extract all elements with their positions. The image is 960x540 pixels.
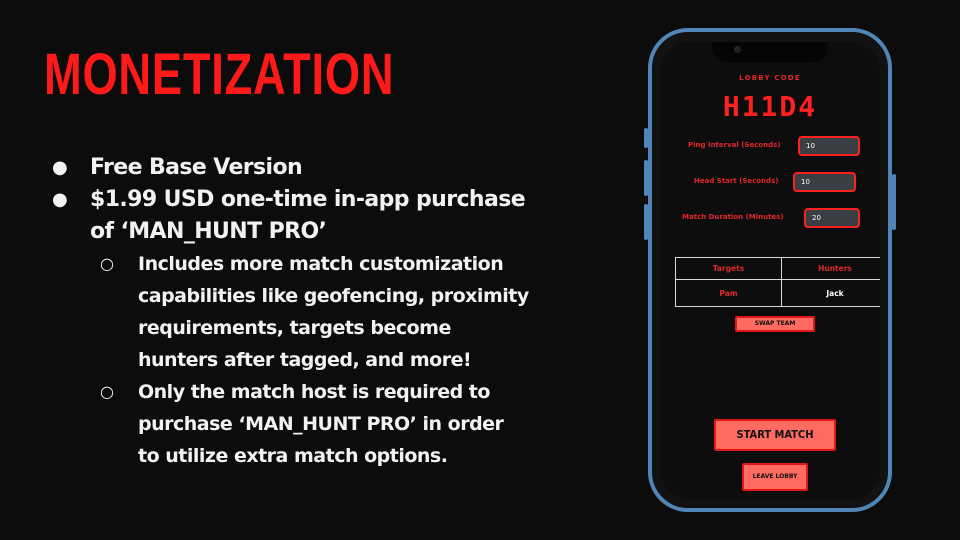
ping-interval-label: Ping Interval (Seconds): [688, 141, 781, 149]
match-duration-label: Match Duration (Minutes): [682, 213, 784, 221]
head-start-input[interactable]: 10: [793, 172, 856, 192]
bullet-circle-icon: ○: [100, 254, 114, 273]
head-start-row: Head Start (Seconds) 10: [660, 172, 880, 192]
camera-icon: [734, 46, 741, 53]
targets-header: Targets: [676, 258, 782, 280]
phone-screen: LOBBY CODE H11D4 Ping Interval (Seconds)…: [660, 42, 880, 500]
sub-bullet-item-continuation: capabilities like geofencing, proximity: [138, 285, 529, 307]
phone-side-button: [644, 128, 648, 148]
phone-power-button: [892, 174, 896, 230]
hunter-player: Jack: [826, 289, 844, 298]
ping-interval-row: Ping Interval (Seconds) 10: [660, 136, 880, 156]
sub-bullet-item-continuation: requirements, targets become: [138, 317, 451, 339]
phone-volume-button: [644, 204, 648, 240]
phone-mockup: LOBBY CODE H11D4 Ping Interval (Seconds)…: [644, 28, 896, 512]
leave-lobby-button[interactable]: LEAVE LOBBY: [742, 463, 808, 491]
start-match-button[interactable]: START MATCH: [714, 419, 836, 451]
bullet-list: ● Free Base Version ● $1.99 USD one-time i…: [52, 152, 552, 472]
sub-bullet-item-continuation: hunters after tagged, and more!: [138, 349, 472, 371]
slide-title: MONETIZATION: [44, 42, 395, 107]
lobby-code-label: LOBBY CODE: [739, 74, 801, 82]
bullet-item: ● $1.99 USD one-time in-app purchase: [52, 184, 552, 216]
ping-interval-input[interactable]: 10: [798, 136, 860, 156]
sub-bullet-item: ○ Only the match host is required to: [52, 376, 552, 408]
teams-table: Targets Hunters Pam Jack: [675, 257, 880, 307]
sub-bullet-item-continuation: to utilize extra match options.: [138, 445, 448, 467]
bullet-item: ● Free Base Version: [52, 152, 552, 184]
match-duration-input[interactable]: 20: [804, 208, 860, 228]
head-start-label: Head Start (Seconds): [694, 177, 779, 185]
bullet-dot-icon: ●: [52, 157, 68, 178]
phone-notch: [712, 42, 828, 62]
hunters-header: Hunters: [782, 258, 880, 280]
sub-bullet-item-continuation: purchase ‘MAN_HUNT PRO’ in order: [138, 413, 504, 435]
lobby-code: H11D4: [722, 90, 818, 123]
target-player: Pam: [676, 280, 782, 307]
match-duration-row: Match Duration (Minutes) 20: [660, 208, 880, 228]
bullet-dot-icon: ●: [52, 189, 68, 210]
bullet-item-continuation: of ‘MAN_HUNT PRO’: [90, 219, 327, 244]
sub-bullet-item: ○ Includes more match customization: [52, 248, 552, 280]
swap-team-button[interactable]: SWAP TEAM: [735, 316, 815, 332]
phone-volume-button: [644, 160, 648, 196]
bullet-circle-icon: ○: [100, 382, 114, 401]
